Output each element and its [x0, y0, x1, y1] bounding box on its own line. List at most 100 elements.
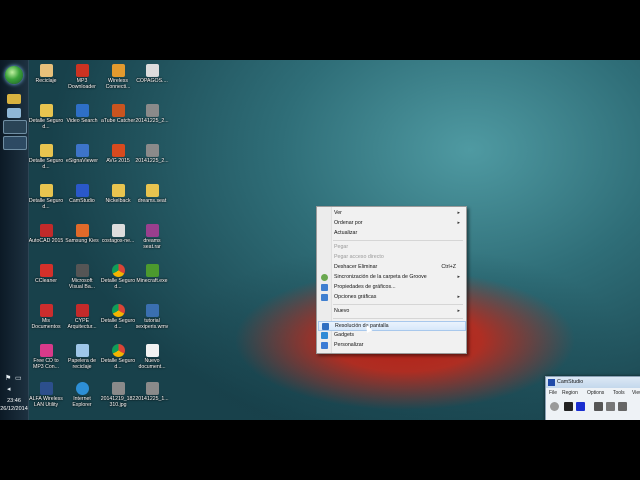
desktop-icon[interactable]: Papelera de reciclaje — [64, 344, 100, 370]
desktop-icon[interactable]: ALFA Wireless LAN Utility — [28, 382, 64, 408]
desktop-icon[interactable]: Video Search — [64, 104, 100, 124]
menu-item-actualizar[interactable]: Actualizar — [318, 229, 464, 238]
desktop-icon-label: Detalle Seguro d... — [100, 358, 136, 370]
folder-icon[interactable] — [7, 94, 21, 104]
menu-item-deshacer-eliminar[interactable]: Deshacer Eliminar Ctrl+Z — [318, 263, 464, 272]
desktop-icon[interactable]: aTube Catcher — [100, 104, 136, 124]
desktop-icon[interactable]: 20141219_182 310.jpg — [100, 382, 136, 408]
menu-item-label: Ordenar por — [334, 220, 363, 226]
volume-icon[interactable]: ◂ — [7, 385, 11, 393]
desktop-icon[interactable]: Microsoft Visual Ba... — [64, 264, 100, 290]
desktop-icon-label: Detalle Seguro d... — [28, 118, 64, 130]
graphics-options-icon — [321, 294, 328, 301]
desktop-icon[interactable]: Free CD to MP3 Con... — [28, 344, 64, 370]
desktop-icon[interactable]: Detalle Seguro d... — [100, 264, 136, 290]
desktop-icon[interactable]: 20141225_2... — [134, 144, 170, 164]
menu-item-propiedades-graficos[interactable]: Propiedades de gráficos... — [318, 283, 464, 292]
desktop-icon[interactable]: Nuevo document... — [134, 344, 170, 370]
desktop-icon-label: Microsoft Visual Ba... — [68, 278, 96, 290]
desktop-icon[interactable]: COPAGOS.... — [134, 64, 170, 84]
menu-item-gadgets[interactable]: Gadgets — [318, 331, 464, 340]
windows-orb-icon[interactable] — [5, 66, 23, 84]
desktop-icon[interactable]: Detalle Seguro d... — [28, 184, 64, 210]
desktop-icon-label: costagos-ne... — [101, 238, 135, 244]
desktop-icon[interactable]: 20141225_2... — [134, 104, 170, 124]
menu-item-nuevo[interactable]: Nuevo ▸ — [318, 307, 464, 316]
desktop-icon[interactable]: MP3 Downloader — [64, 64, 100, 90]
desktop-icon[interactable]: Reciclaje — [28, 64, 64, 84]
app-icon — [39, 224, 53, 237]
document-icon — [111, 224, 125, 237]
archive-icon — [145, 224, 159, 237]
desktop-icon-label: AutoCAD 2015 — [28, 238, 64, 244]
desktop-icon[interactable]: 20141225_1... — [134, 382, 170, 402]
pause-icon[interactable] — [564, 402, 573, 411]
desktop-icon[interactable]: Detalle Seguro d... — [100, 304, 136, 330]
menu-item-resolucion-pantalla[interactable]: Resolución de pantalla — [318, 321, 466, 331]
desktop-icon-label: 20141219_182 310.jpg — [100, 396, 136, 408]
flag-icon[interactable]: ⚑ — [5, 374, 11, 382]
menu-item-label: Actualizar — [334, 230, 358, 236]
desktop-icon[interactable]: dreams seat.rar — [134, 224, 170, 250]
desktop-icon[interactable]: Mis Documentos — [28, 304, 64, 330]
desktop-icon[interactable]: CYPE Arquitectur... — [64, 304, 100, 330]
desktop-icon[interactable]: dreams.seat — [134, 184, 170, 204]
clock-time[interactable]: 23:46 — [2, 398, 26, 404]
desktop-icon-label: Mis Documentos — [31, 318, 61, 330]
menu-item-ver[interactable]: Ver ▸ — [318, 209, 464, 218]
image-icon — [111, 382, 125, 395]
desktop-icon-label: CamStudio — [69, 198, 95, 204]
camstudio-window[interactable]: CamStudio File Region Options Tools View — [545, 376, 640, 420]
desktop-icon[interactable]: AVG 2015 — [100, 144, 136, 164]
desktop-icon-label: Free CD to MP3 Con... — [33, 358, 59, 370]
desktop-icon-label: MP3 Downloader — [68, 78, 96, 90]
record-icon[interactable] — [550, 402, 559, 411]
desktop-icon[interactable]: eSignaViewer — [64, 144, 100, 164]
desktop-icon[interactable]: CamStudio — [64, 184, 100, 204]
camstudio-titlebar[interactable]: CamStudio — [546, 377, 640, 388]
app-icon — [111, 144, 125, 157]
stop-icon[interactable] — [576, 402, 585, 411]
desktop-icon[interactable]: Minecraft.exe — [134, 264, 170, 284]
menu-separator — [333, 318, 463, 319]
menu-item-opciones-graficas[interactable]: Opciones gráficas ▸ — [318, 293, 464, 302]
letterbox-top — [0, 0, 640, 60]
menu-region[interactable]: Region — [562, 389, 578, 398]
app-icon — [39, 382, 53, 395]
menu-item-ordenar-por[interactable]: Ordenar por ▸ — [318, 219, 464, 228]
camstudio-taskbar-icon[interactable] — [3, 136, 27, 150]
camera-icon[interactable] — [606, 402, 615, 411]
desktop-icon-label: Nickelback — [105, 198, 131, 204]
desktop-icon[interactable]: Detalle Seguro d... — [100, 344, 136, 370]
explorer-icon[interactable] — [7, 108, 21, 118]
taskbar-app-active[interactable] — [3, 120, 27, 134]
desktop-icon[interactable]: AutoCAD 2015 — [28, 224, 64, 244]
submenu-arrow-icon: ▸ — [457, 294, 460, 300]
menu-view[interactable]: View — [632, 389, 640, 398]
desktop-icon[interactable]: Samsung Kies — [64, 224, 100, 244]
app-icon — [75, 264, 89, 277]
settings-icon[interactable] — [618, 402, 627, 411]
menu-item-pegar-acceso-directo: Pegar acceso directo — [318, 253, 464, 262]
menu-item-personalizar[interactable]: Personalizar — [318, 341, 464, 350]
desktop-icon-label: Detalle Seguro d... — [100, 318, 136, 330]
menu-options[interactable]: Options — [587, 389, 604, 398]
desktop-icon-label: Samsung Kies — [65, 238, 99, 244]
desktop-icon[interactable]: costagos-ne... — [100, 224, 136, 244]
desktop-icon[interactable]: Wireless Connecti... — [100, 64, 136, 90]
network-icon[interactable]: ▭ — [15, 374, 22, 382]
desktop-icon[interactable]: Nickelback — [100, 184, 136, 204]
desktop-icon[interactable]: Detalle Seguro d... — [28, 144, 64, 170]
desktop-icon[interactable]: Internet Explorer — [64, 382, 100, 408]
menu-tools[interactable]: Tools — [613, 389, 625, 398]
menu-item-sincronizacion-groove[interactable]: Sincronización de la carpeta de Groove ▸ — [318, 273, 464, 282]
menu-file[interactable]: File — [549, 389, 557, 398]
menu-item-label: Resolución de pantalla — [335, 323, 389, 329]
desktop[interactable]: ⚑ ▭ ◂ 23:46 26/12/2014 Reciclaje MP3 Down… — [0, 60, 640, 420]
desktop-icon[interactable]: Detalle Seguro d... — [28, 104, 64, 130]
clock-date[interactable]: 26/12/2014 — [0, 406, 28, 412]
desktop-icon[interactable]: CCleaner — [28, 264, 64, 284]
desktop-icon[interactable]: tutorial sexiperis.wmv — [134, 304, 170, 330]
menu-item-label: Personalizar — [334, 342, 364, 348]
annotation-icon[interactable] — [594, 402, 603, 411]
